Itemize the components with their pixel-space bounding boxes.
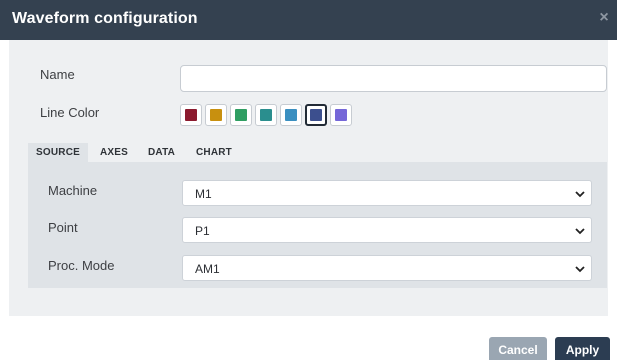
dialog-title: Waveform configuration (12, 10, 198, 27)
dialog-titlebar: Waveform configuration × (0, 0, 617, 40)
chevron-down-icon (575, 228, 585, 235)
chevron-down-icon (575, 191, 585, 198)
name-label: Name (40, 67, 75, 82)
apply-button[interactable]: Apply (555, 337, 610, 360)
proc-mode-select[interactable]: AM1 (182, 255, 592, 281)
point-label: Point (48, 220, 78, 235)
line-color-label: Line Color (40, 105, 100, 120)
color-swatch-crimson[interactable] (180, 104, 202, 126)
proc-mode-value: AM1 (195, 262, 220, 276)
tab-source[interactable]: SOURCE (28, 143, 88, 162)
machine-label: Machine (48, 183, 98, 198)
swatch-fill (235, 109, 247, 121)
tab-data[interactable]: DATA (140, 143, 183, 162)
color-swatch-sky-blue[interactable] (280, 104, 302, 126)
swatch-fill (185, 109, 197, 121)
cancel-button[interactable]: Cancel (489, 337, 547, 360)
swatch-fill (335, 109, 347, 121)
color-swatch-amber[interactable] (205, 104, 227, 126)
color-swatch-teal[interactable] (255, 104, 277, 126)
machine-value: M1 (195, 187, 212, 201)
swatch-fill (260, 109, 272, 121)
color-swatch-green[interactable] (230, 104, 252, 126)
close-icon[interactable]: × (597, 10, 611, 26)
proc-mode-label: Proc. Mode (48, 258, 115, 273)
machine-select[interactable]: M1 (182, 180, 592, 206)
swatch-fill (210, 109, 222, 121)
chevron-down-icon (575, 266, 585, 273)
point-value: P1 (195, 224, 210, 238)
tab-axes[interactable]: AXES (92, 143, 136, 162)
color-swatch-navy[interactable] (305, 104, 327, 126)
swatch-fill (310, 109, 322, 121)
swatch-fill (285, 109, 297, 121)
tab-chart[interactable]: CHART (188, 143, 240, 162)
name-input[interactable] (180, 65, 607, 92)
point-select[interactable]: P1 (182, 217, 592, 243)
color-swatch-violet[interactable] (330, 104, 352, 126)
